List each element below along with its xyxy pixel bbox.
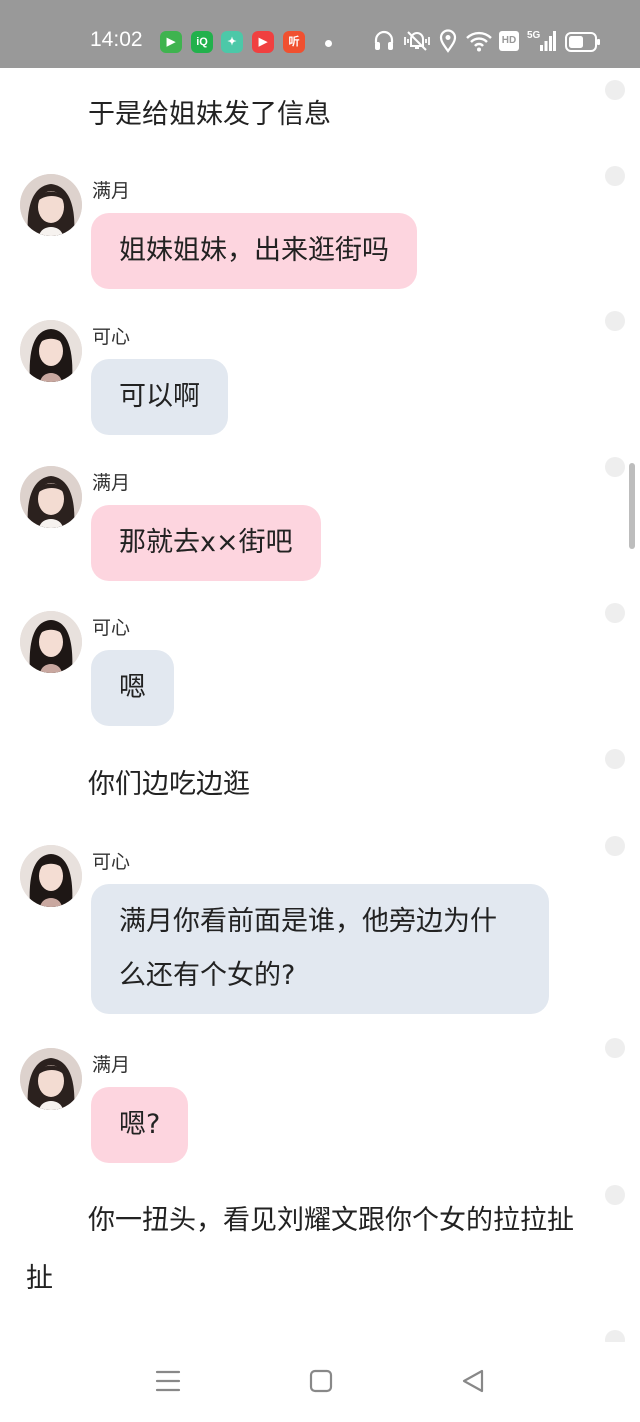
battery-icon bbox=[565, 32, 600, 52]
avatar-portrait-icon bbox=[20, 320, 82, 382]
network-type-label: 5G bbox=[527, 30, 541, 41]
location-icon bbox=[439, 29, 457, 53]
narration-text: 于是给姐妹发了信息 bbox=[88, 99, 331, 130]
avatar-kexin[interactable] bbox=[20, 845, 82, 907]
avatar-portrait-icon bbox=[20, 611, 82, 673]
avatar-manyue[interactable] bbox=[20, 174, 82, 236]
video-play-icon: ▶ bbox=[252, 31, 274, 53]
sender-name: 可心 bbox=[92, 326, 131, 348]
sender-name: 满月 bbox=[92, 1054, 131, 1076]
avatar-manyue[interactable] bbox=[20, 1048, 82, 1110]
back-triangle-icon[interactable] bbox=[460, 1368, 486, 1394]
side-marker-dot bbox=[605, 166, 625, 186]
sender-name: 可心 bbox=[92, 851, 131, 873]
listen-app-icon: 听 bbox=[283, 31, 305, 53]
avatar-portrait-icon bbox=[20, 845, 82, 907]
side-marker-dot bbox=[605, 1038, 625, 1058]
wifi-icon bbox=[466, 31, 492, 52]
home-square-icon[interactable] bbox=[308, 1368, 334, 1394]
narration-text: 你一扭头，看见刘耀文跟你个女的拉拉扯扯 bbox=[26, 1205, 574, 1294]
avatar-portrait-icon bbox=[20, 466, 82, 528]
navigation-bar bbox=[0, 1342, 640, 1422]
menu-icon[interactable] bbox=[155, 1368, 181, 1394]
side-marker-dot bbox=[605, 603, 625, 623]
side-marker-dot bbox=[605, 749, 625, 769]
chat-story-view[interactable]: 于是给姐妹发了信息 满月 姐妹姐妹，出来逛街吗 可心 可以啊 满月 那就去x×街… bbox=[0, 68, 640, 1342]
side-marker-dot bbox=[605, 311, 625, 331]
message-bubble[interactable]: 嗯 bbox=[91, 650, 174, 726]
status-bar: 14:02 ▶ iQ ✦ ▶ 听 HD 5G bbox=[0, 0, 640, 68]
status-time: 14:02 bbox=[90, 28, 143, 51]
sender-name: 可心 bbox=[92, 617, 131, 639]
avatar-manyue[interactable] bbox=[20, 466, 82, 528]
side-marker-dot bbox=[605, 1185, 625, 1205]
narration-text: 你们边吃边逛 bbox=[88, 769, 250, 800]
side-marker-dot bbox=[605, 1330, 625, 1342]
hd-badge-icon: HD bbox=[499, 31, 519, 51]
message-bubble[interactable]: 可以啊 bbox=[91, 359, 228, 435]
avatar-portrait-icon bbox=[20, 1048, 82, 1110]
avatar-kexin[interactable] bbox=[20, 320, 82, 382]
scrollbar-thumb[interactable] bbox=[629, 463, 635, 549]
message-bubble[interactable]: 那就去x×街吧 bbox=[91, 505, 321, 581]
signal-strength-icon bbox=[540, 31, 556, 51]
side-marker-dot bbox=[605, 457, 625, 477]
tencent-video-icon: ▶ bbox=[160, 31, 182, 53]
vibrate-silent-icon bbox=[404, 31, 430, 51]
notification-dot-icon bbox=[325, 40, 332, 47]
avatar-kexin[interactable] bbox=[20, 611, 82, 673]
sender-name: 满月 bbox=[92, 472, 131, 494]
avatar-portrait-icon bbox=[20, 174, 82, 236]
iqiyi-icon: iQ bbox=[191, 31, 213, 53]
side-marker-dot bbox=[605, 80, 625, 100]
sender-name: 满月 bbox=[92, 180, 131, 202]
message-bubble[interactable]: 嗯? bbox=[91, 1087, 189, 1163]
app-green-icon: ✦ bbox=[221, 31, 243, 53]
message-bubble[interactable]: 姐妹姐妹，出来逛街吗 bbox=[91, 213, 417, 289]
message-bubble[interactable]: 满月你看前面是谁，他旁边为什么还有个女的? bbox=[91, 884, 549, 1014]
headset-icon bbox=[374, 30, 394, 50]
side-marker-dot bbox=[605, 836, 625, 856]
